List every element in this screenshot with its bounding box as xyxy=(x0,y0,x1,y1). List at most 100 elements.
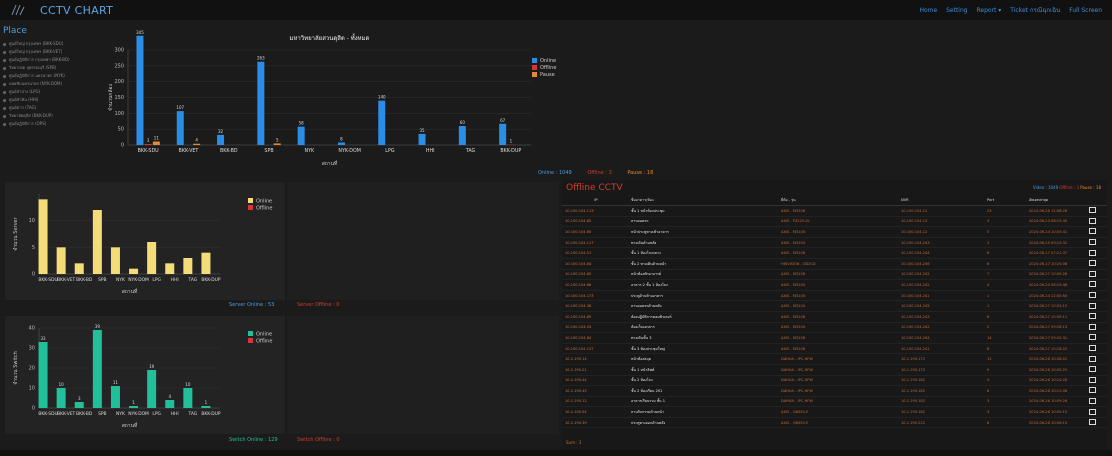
column-header[interactable]: IP xyxy=(562,195,628,206)
place-item[interactable]: ดอยซับนครนายก (NYK-DOM) xyxy=(3,80,103,88)
nav-report[interactable]: Report ▾ xyxy=(977,7,1002,14)
table-row[interactable]: 10.100.104.36 ลานจอดรถด้านหลัง AXIS - M310… xyxy=(562,300,1107,312)
x-tick-label: NYK-DOM xyxy=(338,148,361,154)
table-cell: ประตูด้านข้างอาคาร xyxy=(628,290,778,302)
place-item[interactable]: วิทยาลัยดุสิต (BKK-DUP) xyxy=(3,112,103,120)
app-title: CCTV CHART xyxy=(40,4,114,17)
table-row[interactable]: 10.100.104.137 ชั้น 3 ห้องประชุมใหญ่ AXIS … xyxy=(562,343,1107,355)
view-icon[interactable] xyxy=(1089,249,1096,256)
bar-online xyxy=(74,402,84,408)
view-icon[interactable] xyxy=(1089,408,1096,415)
table-row[interactable]: 10.100.104.64 ทางเดินชั้น 3 AXIS - M3106 10… xyxy=(562,332,1107,344)
table-row[interactable]: 10.1.190.44 ชั้น 2 ห้องโถง DAHUA - IPC-HFW… xyxy=(562,375,1107,387)
bullet-icon xyxy=(3,114,6,118)
view-icon[interactable] xyxy=(1089,260,1096,267)
view-icon[interactable] xyxy=(1089,207,1096,214)
view-icon[interactable] xyxy=(1089,345,1096,352)
place-item[interactable]: ศูนย์ใหญ่ กรุงเทพฯ (BKK-SDU) xyxy=(3,40,103,48)
table-cell: 6 xyxy=(984,417,1026,429)
table-row[interactable]: 10.100.104.117 ทางเดินด้านหลัง AXIS - M310… xyxy=(562,237,1107,249)
server-online-footer: Server Online : 53 xyxy=(229,302,275,308)
table-cell: ห้องปฏิบัติการคอมพิวเตอร์ xyxy=(628,311,778,323)
table-cell: 2024-06-27 09:26:13 xyxy=(1026,322,1086,334)
column-header[interactable]: ยี่ห้อ - รุ่น xyxy=(778,195,898,206)
table-row[interactable]: 10.100.104.64 ชั้น 2 ทางเดินด้านหน้า HIKVI… xyxy=(562,258,1107,270)
view-icon[interactable] xyxy=(1089,419,1096,426)
column-header[interactable]: ชื่ออาคาร/ห้อง xyxy=(628,195,778,206)
place-item[interactable]: ศูนย์ลำปาง (LPG) xyxy=(3,88,103,96)
place-item[interactable]: ศูนย์ใหญ่ กรุงเทพฯ (BKK-VET) xyxy=(3,48,103,56)
table-cell: 10.100.104.12 xyxy=(898,226,984,238)
table-cell: 10.100.104.137 xyxy=(562,343,628,355)
legend-item[interactable]: Online xyxy=(532,58,556,65)
bar-online xyxy=(183,258,193,274)
view-icon[interactable] xyxy=(1089,239,1096,246)
table-row[interactable]: 10.100.104.53 ห้องเก็บเอกสาร AXIS - M3104 1… xyxy=(562,322,1107,334)
view-icon[interactable] xyxy=(1089,313,1096,320)
table-cell: 1 xyxy=(984,290,1026,302)
view-icon[interactable] xyxy=(1089,397,1096,404)
legend-label: Online xyxy=(256,332,272,338)
table-row[interactable]: 10.100.104.51 ชั้น 1 ห้องโถงกลาง AXIS - M3… xyxy=(562,247,1107,259)
column-header[interactable]: อัพเดทล่าสุด xyxy=(1026,195,1086,206)
view-icon[interactable] xyxy=(1089,217,1096,224)
server-offline-footer: Server Offline : 0 xyxy=(297,302,340,308)
table-cell: 2024-06-24 10:05:41 xyxy=(1026,226,1086,238)
data-label: 32 xyxy=(218,129,224,134)
bar-online xyxy=(217,134,225,145)
view-icon[interactable] xyxy=(1089,323,1096,330)
view-icon[interactable] xyxy=(1089,228,1096,235)
table-row[interactable]: 10.1.190.12 อาคารเรียนรวม ชั้น 1 DAHUA - I… xyxy=(562,396,1107,408)
view-icon[interactable] xyxy=(1089,334,1096,341)
top-bar: CCTV CHART Home Setting Report ▾ Ticket … xyxy=(0,0,1112,20)
table-row[interactable]: 10.1.190.21 ชั้น 1 หน้าลิฟต์ DAHUA - IPC-H… xyxy=(562,364,1107,376)
nav-fullscreen[interactable]: Full Screen xyxy=(1069,7,1102,14)
bar-online xyxy=(38,199,48,274)
column-header[interactable]: NVR xyxy=(898,195,984,206)
view-icon[interactable] xyxy=(1089,376,1096,383)
view-icon[interactable] xyxy=(1089,281,1096,288)
table-row[interactable]: 10.100.104.173 ประตูด้านข้างอาคาร AXIS - M… xyxy=(562,290,1107,302)
table-row[interactable]: 10.1.190.14 หน้าห้องสมุด DAHUA - IPC-HFW 10… xyxy=(562,353,1107,365)
view-icon[interactable] xyxy=(1089,292,1096,299)
place-item[interactable]: ศูนย์ปฏิบัติการ นครนายก (NYK) xyxy=(3,72,103,80)
place-item[interactable]: ศูนย์หัวหิน (HHI) xyxy=(3,96,103,104)
place-item[interactable]: ศูนย์ปฏิบัติการ กรุงเทพฯ (BKK-BD) xyxy=(3,56,103,64)
table-row[interactable]: 10.100.104.113 ชั้น 1 หน้าห้องประชุม AXIS … xyxy=(562,205,1107,217)
column-header[interactable]: Port xyxy=(984,195,1026,206)
table-row[interactable]: 10.1.190.54 ลานกิจกรรมด้านหน้า AXIS - Q605… xyxy=(562,406,1107,418)
y-tick-label: 10 xyxy=(29,218,35,224)
table-row[interactable]: 10.100.104.62 ลานจอดรถ AXIS - P3225-LV 10.1… xyxy=(562,216,1107,228)
legend-label: Online xyxy=(256,199,272,205)
table-row[interactable]: 10.1.190.45 ชั้น 2 ห้องเรียน 201 DAHUA - I… xyxy=(562,385,1107,397)
view-icon[interactable] xyxy=(1089,355,1096,362)
place-item[interactable]: ศูนย์ปฏิบัติการ (OPS) xyxy=(3,120,103,128)
bar-online xyxy=(378,100,386,145)
table-row[interactable]: 10.1.190.39 ประตูทางออกด้านหลัง AXIS - Q60… xyxy=(562,417,1107,429)
view-cell xyxy=(1086,396,1107,408)
bullet-icon xyxy=(3,82,6,86)
x-tick-label: LPG xyxy=(152,411,161,417)
place-item[interactable]: ศูนย์ตาก (TAG) xyxy=(3,104,103,112)
column-header[interactable] xyxy=(1086,195,1107,206)
view-icon[interactable] xyxy=(1089,302,1096,309)
data-label: 33 xyxy=(41,336,47,341)
table-row[interactable]: 10.100.104.66 อาคาร 2 ชั้น 1 ห้องโถง AXIS … xyxy=(562,279,1107,291)
nav-ticket[interactable]: Ticket กรณีฉุกเฉิน xyxy=(1010,7,1060,14)
nav-home[interactable]: Home xyxy=(919,7,937,14)
table-cell: 10.100.104.242 xyxy=(898,322,984,334)
legend-item[interactable]: Pause xyxy=(532,72,556,79)
table-row[interactable]: 10.100.104.69 ห้องปฏิบัติการคอมพิวเตอร์ AX… xyxy=(562,311,1107,323)
table-row[interactable]: 10.100.104.65 หน้าห้องพักอาจารย์ AXIS - M3… xyxy=(562,269,1107,281)
data-label: 60 xyxy=(460,120,466,125)
legend-item[interactable]: Offline xyxy=(532,65,556,72)
view-icon[interactable] xyxy=(1089,270,1096,277)
data-label: 3 xyxy=(78,396,81,401)
data-label: 5 xyxy=(276,137,279,142)
place-item[interactable]: วิทยาเขต สุพรรณบุรี (SPB) xyxy=(3,64,103,72)
view-icon[interactable] xyxy=(1089,387,1096,394)
nav-setting[interactable]: Setting xyxy=(946,7,967,14)
bar-pause xyxy=(273,143,281,145)
table-row[interactable]: 10.100.104.60 หน้าประตูทางเข้าอาคาร AXIS -… xyxy=(562,226,1107,238)
view-icon[interactable] xyxy=(1089,366,1096,373)
